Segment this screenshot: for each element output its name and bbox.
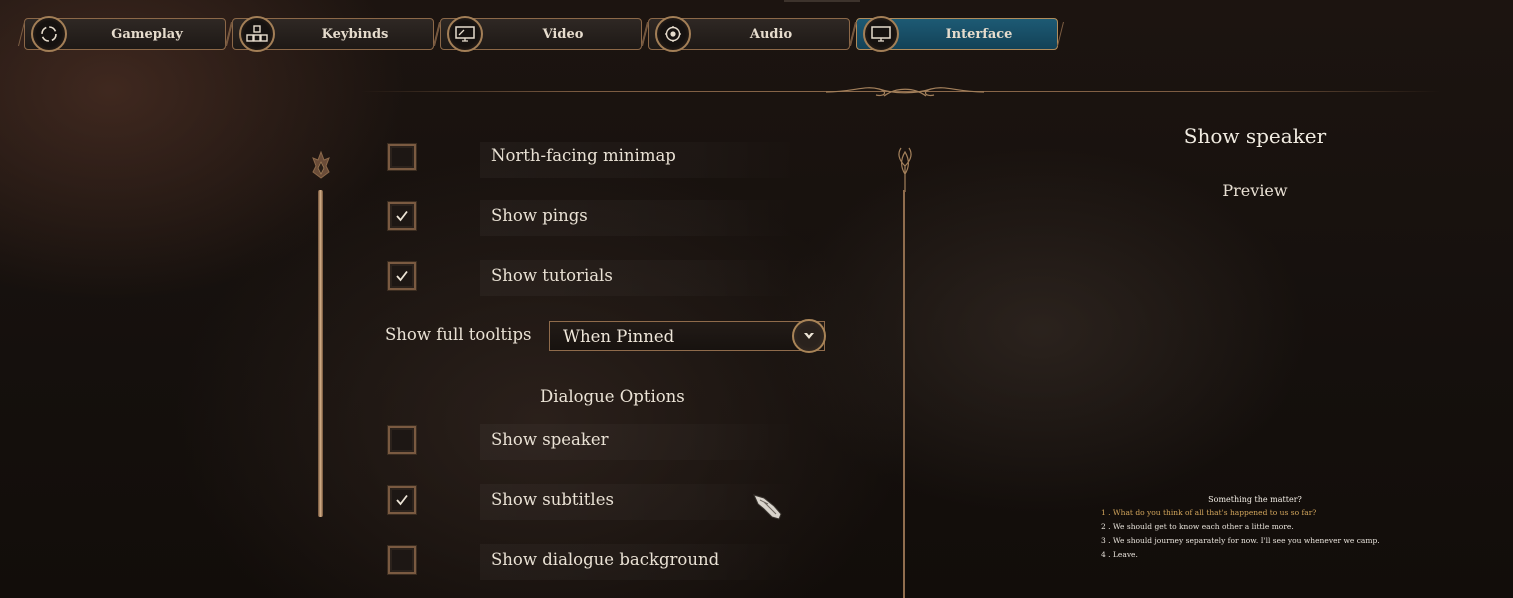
filigree-ornament [825, 87, 985, 97]
panel-divider [903, 190, 905, 598]
north-facing-minimap-label: North-facing minimap [491, 146, 676, 165]
chevron-down-icon [804, 333, 814, 339]
dialogue-option: 3 . We should journey separately for now… [1101, 536, 1380, 545]
preview-subtitle: Preview [1222, 181, 1288, 200]
dialogue-option: 2 . We should get to know each other a l… [1101, 522, 1294, 531]
checkmark-icon [396, 210, 408, 222]
dialogue-question: Something the matter? [1208, 495, 1302, 504]
show-dialogue-background-checkbox[interactable] [388, 546, 416, 574]
tab-video-label: Video [542, 27, 584, 42]
dialogue-options-heading: Dialogue Options [540, 387, 685, 406]
north-facing-minimap-checkbox[interactable] [388, 144, 416, 170]
settings-scrollbar[interactable] [318, 190, 323, 517]
interface-icon [863, 16, 899, 52]
show-tutorials-label: Show tutorials [491, 266, 613, 285]
keybinds-icon [239, 16, 275, 52]
show-subtitles-checkbox[interactable] [388, 486, 416, 514]
tab-interface[interactable]: Interface [850, 16, 1064, 52]
show-dialogue-background-label: Show dialogue background [491, 550, 720, 569]
show-pings-checkbox[interactable] [388, 202, 416, 230]
tab-audio-label: Audio [749, 27, 793, 42]
tab-gameplay[interactable]: Gameplay [18, 16, 232, 52]
tab-audio[interactable]: Audio [642, 16, 856, 52]
show-full-tooltips-label: Show full tooltips [385, 325, 532, 344]
tab-video[interactable]: Video [434, 16, 648, 52]
show-full-tooltips-dropdown[interactable]: When Pinned [549, 319, 826, 353]
divider-ornament [898, 147, 912, 192]
settings-tab-bar: Gameplay Keybinds Video Audio Interface [18, 16, 1064, 52]
show-speaker-label: Show speaker [491, 430, 609, 449]
scrollbar-cap [312, 150, 330, 179]
tab-keybinds[interactable]: Keybinds [226, 16, 440, 52]
dropdown-selected-value: When Pinned [563, 327, 675, 346]
show-pings-label: Show pings [491, 206, 588, 225]
tab-interface-label: Interface [945, 27, 1013, 42]
checkmark-icon [396, 494, 408, 506]
dropdown-toggle-button[interactable] [792, 319, 826, 353]
gameplay-icon [31, 16, 67, 52]
audio-icon [655, 16, 691, 52]
tab-gameplay-label: Gameplay [111, 27, 183, 42]
video-icon [447, 16, 483, 52]
show-speaker-checkbox[interactable] [388, 426, 416, 454]
tab-keybinds-label: Keybinds [321, 27, 389, 42]
gauntlet-cursor-icon [753, 494, 782, 520]
preview-title: Show speaker [1183, 124, 1327, 148]
show-tutorials-checkbox[interactable] [388, 262, 416, 290]
checkmark-icon [396, 270, 408, 282]
dialogue-option: 4 . Leave. [1101, 550, 1138, 559]
dialogue-option: 1 . What do you think of all that's happ… [1101, 508, 1317, 517]
top-edge-strip [784, 0, 860, 2]
show-subtitles-label: Show subtitles [491, 490, 614, 509]
